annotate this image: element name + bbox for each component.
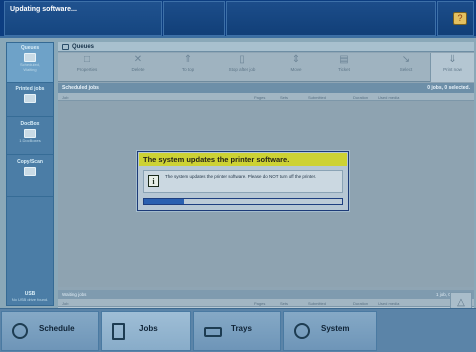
print-now-label: Print now — [443, 67, 462, 72]
col-sets[interactable]: Sets — [280, 301, 288, 306]
nav-copy-scan[interactable]: Copy/Scan — [7, 157, 53, 197]
scheduled-column-header: Job Pages Sets Submitted Duration Used m… — [58, 93, 474, 101]
nav-docbox[interactable]: DocBox 1 DocBoxes — [7, 119, 53, 155]
tab-system-label: System — [321, 324, 350, 333]
info-icon: i — [148, 175, 159, 187]
bottom-tab-bar: Schedule Jobs Trays System — [0, 308, 476, 352]
top-status-bar: Updating software... ? — [0, 0, 476, 38]
jobs-icon — [112, 323, 125, 340]
col-job[interactable]: Job — [62, 95, 68, 100]
col-submitted[interactable]: Submitted — [308, 301, 326, 306]
tab-jobs-label: Jobs — [139, 324, 158, 333]
to-top-label: To top — [181, 67, 195, 72]
col-duration[interactable]: Duration — [353, 301, 368, 306]
nav-printed-label: Printed jobs — [15, 86, 45, 92]
scheduled-jobs-bar: Scheduled jobs 0 jobs, 0 selected. — [58, 83, 474, 93]
help-icon[interactable]: ? — [453, 12, 467, 25]
move-label: Move — [290, 67, 302, 72]
to-top-icon: ⇑ — [183, 54, 193, 65]
to-top-button[interactable]: ⇑ To top — [166, 53, 210, 82]
col-job[interactable]: Job — [62, 301, 68, 306]
select-label: Select — [399, 67, 413, 72]
col-submitted[interactable]: Submitted — [308, 95, 326, 100]
delete-icon: ✕ — [133, 54, 143, 65]
nav-queues-label: Queues — [20, 45, 40, 51]
col-used-media[interactable]: Used media — [378, 301, 399, 306]
status-segment — [163, 1, 225, 36]
status-segment — [226, 1, 436, 36]
left-navigation: Queues Scheduled, Waiting Printed jobs D… — [6, 42, 54, 306]
update-progress-bar — [143, 198, 343, 205]
col-used-media[interactable]: Used media — [378, 95, 399, 100]
dialog-message: The system updates the printer software.… — [165, 174, 317, 179]
queue-toolbar: □ Properties ✕ Delete ⇑ To top ▯ Stop af… — [58, 53, 474, 82]
tray-icon — [204, 327, 222, 337]
scanner-icon — [24, 167, 36, 176]
col-sets[interactable]: Sets — [280, 95, 288, 100]
queues-title: Queues — [72, 44, 95, 50]
tab-schedule-label: Schedule — [39, 324, 75, 333]
tab-jobs[interactable]: Jobs — [101, 311, 191, 351]
printed-jobs-icon — [24, 94, 36, 103]
scheduled-jobs-title: Scheduled jobs — [62, 85, 99, 91]
tab-trays[interactable]: Trays — [193, 311, 281, 351]
ticket-icon: ▤ — [339, 54, 349, 65]
progress-fill — [144, 199, 184, 204]
waiting-jobs-bar: Waiting jobs 1 job, 0 selected. — [58, 290, 474, 299]
update-dialog: The system updates the printer software.… — [137, 151, 349, 211]
stop-icon: ▯ — [239, 54, 245, 65]
delete-button[interactable]: ✕ Delete — [116, 53, 160, 82]
tab-trays-label: Trays — [231, 324, 252, 333]
move-icon: ⇕ — [291, 54, 301, 65]
waiting-jobs-title: Waiting jobs — [62, 292, 87, 297]
nav-usb[interactable]: USB No USB drive found. — [7, 289, 53, 307]
nav-copy-label: Copy/Scan — [17, 159, 43, 165]
nav-usb-label: USB — [24, 291, 36, 297]
col-pages[interactable]: Pages — [254, 301, 265, 306]
col-duration[interactable]: Duration — [353, 95, 368, 100]
tab-system[interactable]: System — [283, 311, 377, 351]
nav-queues[interactable]: Queues Scheduled, Waiting — [7, 43, 53, 83]
properties-label: Properties — [76, 67, 98, 72]
properties-button[interactable]: □ Properties — [62, 53, 112, 82]
ticket-button[interactable]: ▤ Ticket — [322, 53, 366, 82]
dialog-body: i The system updates the printer softwar… — [143, 170, 343, 193]
print-now-icon: ⇓ — [448, 54, 457, 65]
scheduled-jobs-status: 0 jobs, 0 selected. — [427, 85, 470, 91]
printer-icon — [24, 53, 36, 62]
queues-header: Queues — [58, 42, 474, 52]
stop-after-job-button[interactable]: ▯ Stop after job — [214, 53, 270, 82]
waiting-column-header: Job Pages Sets Submitted Duration Used m… — [58, 299, 474, 307]
dialog-title: The system updates the printer software. — [139, 153, 347, 166]
gears-icon — [294, 323, 310, 339]
folder-icon — [24, 129, 36, 138]
properties-icon: □ — [83, 54, 91, 65]
col-pages[interactable]: Pages — [254, 95, 265, 100]
stop-after-job-label: Stop after job — [228, 67, 256, 72]
status-title: Updating software... — [4, 1, 162, 36]
nav-docbox-label: DocBox — [20, 121, 40, 127]
clock-icon — [12, 323, 28, 339]
nav-usb-sub: No USB drive found. — [11, 297, 49, 302]
move-button[interactable]: ⇕ Move — [274, 53, 318, 82]
nav-printed-jobs[interactable]: Printed jobs — [7, 84, 53, 117]
print-now-button[interactable]: ⇓ Print now — [430, 53, 474, 82]
tab-schedule[interactable]: Schedule — [1, 311, 99, 351]
nav-docbox-sub: 1 DocBoxes — [19, 138, 41, 143]
queues-icon — [62, 44, 69, 50]
nav-queues-sub2: Waiting — [23, 67, 37, 72]
delete-label: Delete — [131, 67, 145, 72]
select-button[interactable]: ↘ Select — [384, 53, 428, 82]
pointer-icon: ↘ — [401, 54, 411, 65]
ticket-label: Ticket — [338, 67, 350, 72]
